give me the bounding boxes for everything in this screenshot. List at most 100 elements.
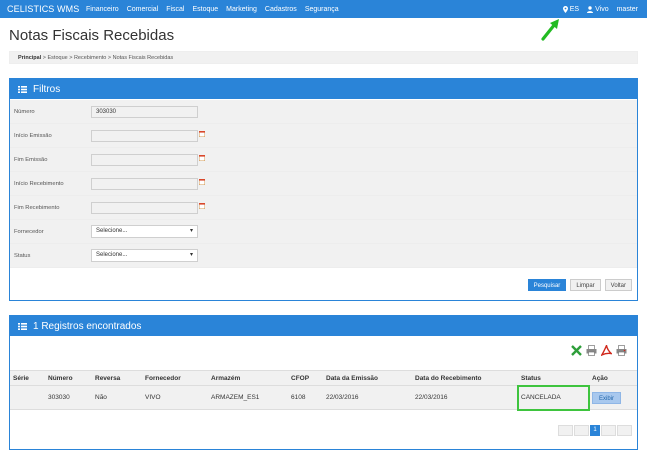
col-cfop[interactable]: CFOP (288, 370, 323, 386)
main-menu: Financeiro Comercial Fiscal Estoque Mark… (86, 6, 347, 13)
cell-serie (10, 385, 45, 410)
voltar-button[interactable]: Voltar (604, 279, 632, 291)
excel-icon[interactable] (571, 345, 582, 358)
cell-numero: 303030 (45, 385, 92, 410)
numero-label: Número (14, 109, 35, 115)
fim-recebimento-label: Fim Recebimento (14, 205, 60, 211)
breadcrumb: Principal > Estoque > Recebimento > Nota… (9, 51, 638, 64)
results-title: 1 Registros encontrados (33, 320, 142, 332)
user-icon (587, 5, 594, 13)
map-marker-icon (562, 5, 568, 13)
location-label: ES (569, 5, 580, 13)
numero-input[interactable]: 303030 (91, 106, 198, 118)
pdf-icon[interactable] (600, 343, 614, 358)
table-row: 303030 Não VIVO ARMAZEM_ES1 6108 22/03/2… (10, 384, 637, 411)
cell-reversa: Não (92, 385, 142, 410)
company-label: Vivo (595, 5, 609, 13)
menu-fiscal[interactable]: Fiscal (166, 6, 184, 13)
cell-cfop: 6108 (288, 385, 323, 410)
cell-data-emissao: 22/03/2016 (323, 385, 412, 410)
calendar-icon[interactable] (199, 203, 205, 209)
pagination-prev[interactable] (574, 425, 589, 436)
annotation-arrow-icon (541, 19, 559, 41)
pagination-current-page[interactable]: 1 (590, 425, 600, 436)
col-data-recebimento[interactable]: Data do Recebimento (412, 370, 518, 386)
results-header: 1 Registros encontrados (10, 316, 637, 336)
breadcrumb-path: > Estoque > Recebimento > Notas Fiscais … (41, 55, 174, 61)
list-icon (18, 322, 27, 330)
list-icon (18, 85, 27, 93)
calendar-icon[interactable] (199, 155, 205, 161)
filter-row-numero: Número 303030 (10, 100, 637, 124)
page-title: Notas Fiscais Recebidas (9, 27, 175, 44)
menu-estoque[interactable]: Estoque (192, 6, 218, 13)
filters-title: Filtros (33, 83, 61, 95)
cell-fornecedor: VIVO (142, 385, 208, 410)
cell-armazem: ARMAZEM_ES1 (208, 385, 288, 410)
filter-row-fim-recebimento: Fim Recebimento (10, 196, 637, 220)
cell-acao: Exibir (589, 385, 637, 410)
status-label: Status (14, 253, 31, 259)
limpar-button[interactable]: Limpar (570, 279, 601, 291)
navbar-user-area: ES Vivo master (555, 0, 638, 18)
breadcrumb-home[interactable]: Principal (18, 55, 41, 61)
filters-panel: Filtros Número 303030 Início Emissão Fim… (9, 78, 638, 301)
menu-marketing[interactable]: Marketing (226, 6, 257, 13)
menu-financeiro[interactable]: Financeiro (86, 6, 119, 13)
pagination-first[interactable] (558, 425, 573, 436)
cell-data-recebimento: 22/03/2016 (412, 385, 518, 410)
status-select-value: Selecione... (96, 252, 128, 258)
top-navbar: CELISTICS WMS Financeiro Comercial Fisca… (0, 0, 647, 18)
status-select[interactable]: Selecione... ▾ (91, 249, 198, 262)
print-icon[interactable] (586, 345, 597, 358)
cell-status: CANCELADA (517, 384, 590, 411)
pesquisar-button[interactable]: Pesquisar (527, 279, 567, 291)
col-fornecedor[interactable]: Fornecedor (142, 370, 208, 386)
pagination-next[interactable] (601, 425, 616, 436)
inicio-emissao-input[interactable] (91, 130, 198, 142)
inicio-recebimento-input[interactable] (91, 178, 198, 190)
location-selector[interactable]: ES (562, 5, 580, 13)
inicio-emissao-label: Início Emissão (14, 133, 52, 139)
filter-row-fornecedor: Fornecedor Selecione... ▾ (10, 220, 637, 244)
col-status[interactable]: Status (518, 370, 589, 386)
results-panel: 1 Registros encontrados Série Número Rev… (9, 315, 638, 450)
exibir-button[interactable]: Exibir (592, 391, 622, 404)
calendar-icon[interactable] (199, 179, 205, 185)
print-icon[interactable] (616, 345, 627, 358)
col-armazem[interactable]: Armazém (208, 370, 288, 386)
username-label: master (616, 5, 638, 13)
chevron-down-icon: ▾ (189, 252, 193, 258)
filter-row-inicio-emissao: Início Emissão (10, 124, 637, 148)
col-data-emissao[interactable]: Data da Emissão (323, 370, 412, 386)
col-acao: Ação (589, 370, 637, 386)
inicio-recebimento-label: Início Recebimento (14, 181, 64, 187)
user-menu[interactable]: master (617, 6, 638, 13)
filters-header: Filtros (10, 79, 637, 99)
calendar-icon[interactable] (199, 131, 205, 137)
filter-row-fim-emissao: Fim Emissão (10, 148, 637, 172)
app-brand[interactable]: CELISTICS WMS (0, 4, 86, 14)
menu-cadastros[interactable]: Cadastros (265, 6, 297, 13)
fim-emissao-input[interactable] (91, 154, 198, 166)
menu-seguranca[interactable]: Segurança (305, 6, 339, 13)
pagination: 1 (557, 425, 632, 436)
chevron-down-icon: ▾ (189, 228, 193, 234)
table-header-row: Série Número Reversa Fornecedor Armazém … (10, 370, 637, 386)
menu-comercial[interactable]: Comercial (127, 6, 159, 13)
fornecedor-label: Fornecedor (14, 229, 44, 235)
export-tools (567, 343, 627, 358)
pagination-last[interactable] (617, 425, 632, 436)
filter-row-status: Status Selecione... ▾ (10, 244, 637, 268)
results-table: Série Número Reversa Fornecedor Armazém … (10, 370, 637, 411)
col-serie[interactable]: Série (10, 370, 45, 386)
col-reversa[interactable]: Reversa (92, 370, 142, 386)
filter-actions: Pesquisar Limpar Voltar (524, 279, 632, 291)
fornecedor-select-value: Selecione... (96, 228, 128, 234)
col-numero[interactable]: Número (45, 370, 92, 386)
fim-emissao-label: Fim Emissão (14, 157, 48, 163)
fornecedor-select[interactable]: Selecione... ▾ (91, 225, 198, 238)
filter-row-inicio-recebimento: Início Recebimento (10, 172, 637, 196)
fim-recebimento-input[interactable] (91, 202, 198, 214)
company-selector[interactable]: Vivo (587, 6, 609, 13)
